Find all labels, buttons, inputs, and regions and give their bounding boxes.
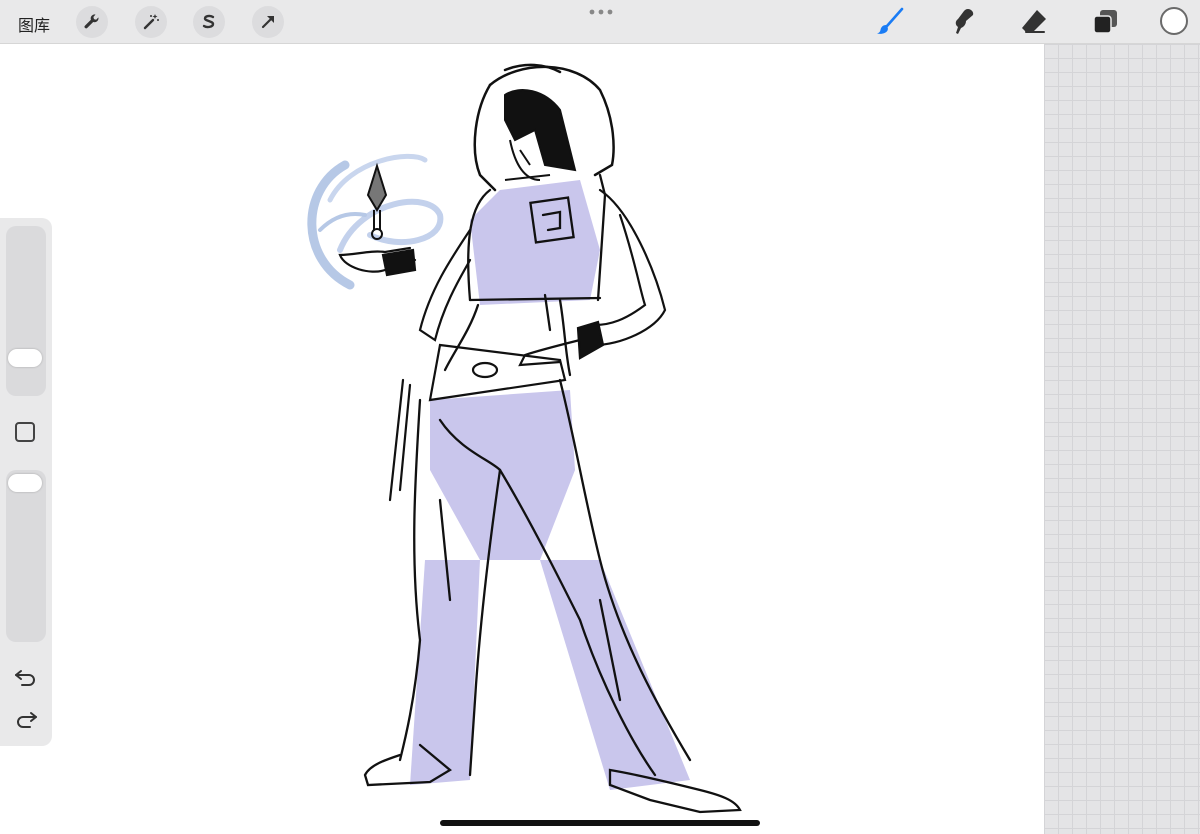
canvas-background-grid (1044, 44, 1200, 834)
brush-icon[interactable] (874, 6, 906, 38)
transform-button[interactable] (252, 6, 284, 38)
home-indicator[interactable] (440, 820, 760, 826)
wrench-icon (84, 14, 99, 29)
raised-arm (338, 228, 472, 342)
drawing-canvas[interactable] (0, 44, 1044, 834)
opacity-slider[interactable] (6, 470, 46, 642)
adjustments-button[interactable] (135, 6, 167, 38)
selection-button[interactable] (193, 6, 225, 38)
smudge-icon[interactable] (946, 6, 978, 38)
undo-icon[interactable] (14, 666, 38, 688)
opacity-knob[interactable] (8, 474, 42, 492)
more-dots-icon[interactable] (588, 8, 614, 16)
top-toolbar: 图库 (0, 0, 1200, 44)
brush-size-slider[interactable] (6, 226, 46, 396)
layers-icon[interactable] (1090, 6, 1122, 38)
kunai (366, 162, 388, 240)
redo-icon[interactable] (14, 708, 38, 730)
character-sketch-artwork (307, 63, 742, 814)
brush-size-knob[interactable] (8, 349, 42, 367)
gallery-button[interactable]: 图库 (18, 12, 50, 36)
transform-arrow-icon (261, 16, 274, 29)
magic-wand-icon (143, 14, 159, 30)
eraser-icon[interactable] (1018, 6, 1050, 38)
actions-button[interactable] (76, 6, 108, 38)
color-picker-swatch[interactable] (1160, 7, 1188, 35)
clothing-shading (410, 180, 690, 790)
modify-button[interactable] (15, 422, 35, 442)
selection-icon (202, 14, 215, 29)
left-sidebar (0, 218, 52, 746)
face (504, 89, 577, 181)
